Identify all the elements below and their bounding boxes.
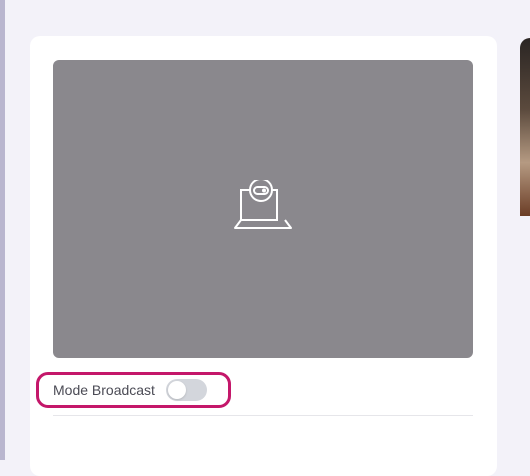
broadcast-mode-toggle[interactable]: [165, 379, 207, 401]
divider: [53, 415, 473, 416]
webcam-laptop-icon: [234, 180, 292, 229]
video-preview: [53, 60, 473, 358]
broadcast-mode-label: Mode Broadcast: [53, 382, 155, 398]
toggle-knob: [167, 381, 186, 399]
camera-feed-thumbnail[interactable]: [520, 38, 530, 216]
video-settings-card: Mode Broadcast: [30, 36, 497, 476]
broadcast-mode-highlight: Mode Broadcast: [36, 372, 231, 408]
left-edge-strip: [0, 0, 5, 460]
